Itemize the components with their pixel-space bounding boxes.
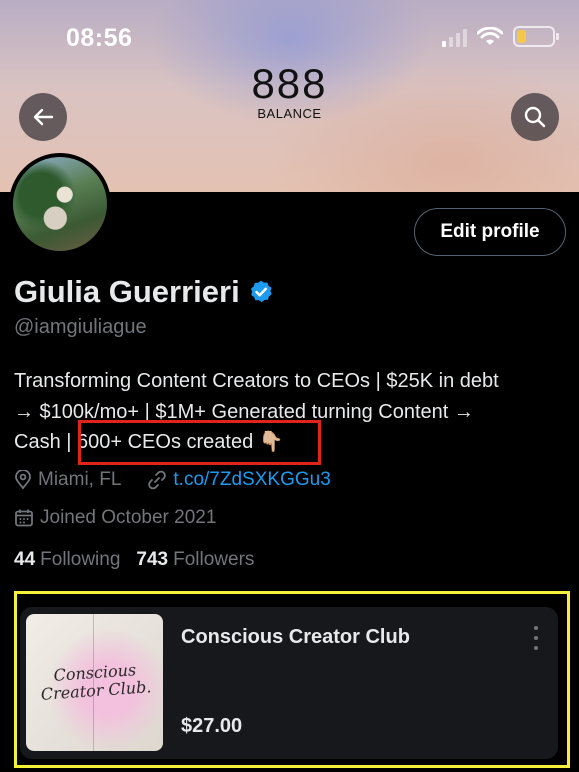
profile-name: Giulia Guerrieri (14, 274, 240, 309)
profile-joined-row: Joined October 2021 (14, 507, 216, 529)
product-title[interactable]: Conscious Creator Club (181, 626, 410, 649)
following-link[interactable]: 44 Following (14, 549, 120, 571)
bio-line: Transforming Content Creators to CEOs | … (14, 370, 499, 392)
banner-brand-number: 888 (251, 60, 328, 107)
following-count: 44 (14, 549, 36, 570)
followers-count: 743 (136, 549, 169, 570)
profile-location-row: Miami, FL t.co/7ZdSXKGGu3 (14, 469, 331, 491)
status-icons (442, 26, 559, 47)
followers-link[interactable]: 743 Followers (136, 549, 254, 571)
edit-profile-button[interactable]: Edit profile (414, 208, 566, 256)
product-thumbnail-text: Conscious Creator Club. (40, 660, 152, 704)
search-icon (524, 106, 546, 128)
link-icon (148, 470, 167, 490)
calendar-icon (15, 509, 33, 527)
location-icon (15, 470, 31, 490)
profile-handle: @iamgiuliague (14, 316, 147, 338)
cellular-signal-icon (442, 27, 467, 47)
more-options-icon[interactable] (528, 626, 544, 650)
verified-badge-icon[interactable] (248, 279, 274, 305)
profile-avatar[interactable] (9, 153, 111, 255)
back-arrow-icon (33, 108, 54, 126)
following-label: Following (40, 549, 121, 570)
search-button[interactable] (511, 93, 559, 141)
profile-name-row: Giulia Guerrieri (14, 274, 274, 310)
profile-joined: Joined October 2021 (40, 507, 217, 528)
back-button[interactable] (19, 93, 67, 141)
battery-icon (513, 26, 559, 47)
banner-brand-sub: BALANCE (257, 106, 322, 121)
product-thumbnail[interactable]: Conscious Creator Club. (26, 614, 163, 751)
followers-label: Followers (173, 549, 255, 570)
wifi-icon (477, 26, 503, 45)
status-time: 08:56 (66, 24, 133, 52)
product-price: $27.00 (181, 715, 243, 737)
profile-location: Miami, FL (38, 469, 122, 490)
follow-stats: 44 Following 743 Followers (14, 549, 254, 571)
red-highlight-box (78, 420, 321, 465)
profile-link[interactable]: t.co/7ZdSXKGGu3 (173, 469, 330, 491)
